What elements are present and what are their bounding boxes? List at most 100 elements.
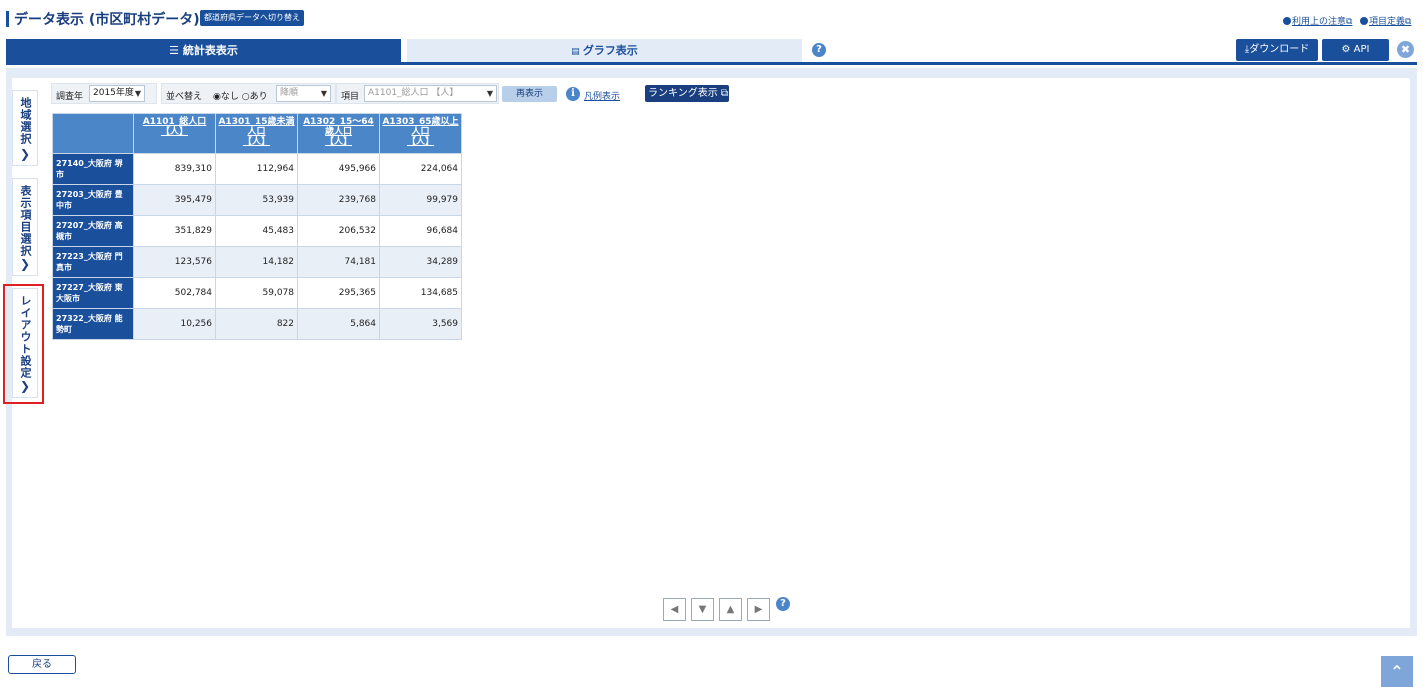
switch-prefecture-button[interactable]: 都道府県データへ切り替え	[200, 10, 304, 26]
table-row: 27140_大阪府 堺市 839,310 112,964 495,966 224…	[52, 153, 462, 185]
gear-icon: ⚙	[1341, 44, 1354, 55]
table-cell: 822	[215, 308, 298, 340]
table-cell: 134,685	[379, 277, 462, 309]
triangle-left-icon: ◀	[670, 604, 679, 615]
info-icon: i	[566, 87, 580, 101]
tab-table-label: 統計表表示	[182, 44, 238, 57]
table-cell: 45,483	[215, 215, 298, 247]
table-cell: 839,310	[133, 153, 216, 185]
row-header: 27322_大阪府 能勢町	[52, 308, 134, 340]
sort-label: 並べ替え	[166, 92, 203, 102]
table-cell: 99,979	[379, 184, 462, 216]
triangle-down-icon: ▼	[698, 604, 707, 615]
header-line: A1302_15～64	[303, 117, 374, 127]
item-select[interactable]: A1101_総人口 【人】 ▼	[364, 85, 497, 102]
stats-table: A1101_総人口 【人】 A1301_15歳未満 人口 【人】 A1302_1…	[52, 113, 462, 340]
redisplay-button[interactable]: 再表示	[502, 86, 557, 102]
page-up-button[interactable]: ▲	[719, 598, 742, 621]
table-row: 27203_大阪府 豊中市 395,479 53,939 239,768 99,…	[52, 184, 462, 216]
item-value: A1101_総人口 【人】	[368, 88, 459, 98]
chevron-right-icon: ❯	[19, 257, 31, 271]
api-label: API	[1353, 44, 1370, 55]
table-cell: 295,365	[297, 277, 380, 309]
col-header-total-pop[interactable]: A1101_総人口 【人】	[133, 113, 216, 154]
page-down-button[interactable]: ▼	[691, 598, 714, 621]
header-line: 【人】	[406, 137, 434, 147]
table-cell: 74,181	[297, 246, 380, 278]
header-line: 【人】	[324, 137, 352, 147]
title-accent-bar	[6, 11, 9, 27]
triangle-up-icon: ▲	[726, 604, 735, 615]
order-value: 降順	[280, 88, 299, 98]
year-label: 調査年	[56, 92, 84, 102]
row-header: 27207_大阪府 高槻市	[52, 215, 134, 247]
usage-notes-label: 利用上の注意	[1292, 17, 1347, 27]
chevron-down-icon: ▼	[486, 89, 493, 98]
header-line: A1303_65歳以上	[382, 117, 459, 127]
chevron-up-icon: ⌃	[1390, 662, 1404, 681]
tab-graph-label: グラフ表示	[582, 44, 638, 57]
usage-notes-link[interactable]: 利用上の注意⧉	[1283, 14, 1352, 27]
list-icon: ☰	[169, 44, 183, 57]
row-header: 27140_大阪府 堺市	[52, 153, 134, 185]
pager-help-icon[interactable]: ?	[776, 597, 790, 611]
side-tab-region-label: 地域選択	[19, 97, 32, 145]
tab-divider	[6, 62, 1417, 65]
table-cell: 14,182	[215, 246, 298, 278]
table-cell: 239,768	[297, 184, 380, 216]
table-row: 27227_大阪府 東大阪市 502,784 59,078 295,365 13…	[52, 277, 462, 309]
tab-table-view[interactable]: ☰ 統計表表示	[6, 39, 401, 62]
row-header: 27227_大阪府 東大阪市	[52, 277, 134, 309]
scroll-top-button[interactable]: ⌃	[1381, 656, 1413, 687]
help-icon[interactable]: ?	[812, 43, 826, 57]
table-cell: 123,576	[133, 246, 216, 278]
table-cell: 224,064	[379, 153, 462, 185]
sort-radio-group[interactable]: ◉なし ○あり	[213, 89, 268, 102]
tab-graph-view[interactable]: ▤ グラフ表示	[407, 39, 802, 62]
highlight-box	[3, 284, 44, 404]
external-window-icon: ⧉	[720, 88, 729, 99]
chevron-down-icon: ▼	[320, 89, 327, 98]
table-cell: 502,784	[133, 277, 216, 309]
header-line: 人口	[247, 127, 266, 137]
side-tab-items-label: 表示項目選択	[19, 185, 32, 257]
header-line: 【人】	[160, 127, 188, 137]
table-cell: 112,964	[215, 153, 298, 185]
ranking-button[interactable]: ランキング表示 ⧉	[645, 85, 729, 102]
col-header-15to64[interactable]: A1302_15～64 歳人口 【人】	[297, 113, 380, 154]
table-cell: 206,532	[297, 215, 380, 247]
page-title: データ表示 (市区町村データ)	[14, 12, 200, 28]
table-row: 27223_大阪府 門真市 123,576 14,182 74,181 34,2…	[52, 246, 462, 278]
table-row: 27207_大阪府 高槻市 351,829 45,483 206,532 96,…	[52, 215, 462, 247]
table-cell: 59,078	[215, 277, 298, 309]
order-select[interactable]: 降順 ▼	[276, 85, 331, 102]
year-select[interactable]: 2015年度 ▼	[89, 85, 145, 102]
year-value: 2015年度	[93, 88, 134, 98]
table-corner	[52, 113, 134, 154]
chevron-down-icon: ▼	[134, 89, 141, 98]
table-cell: 10,256	[133, 308, 216, 340]
item-definition-link[interactable]: 項目定義⧉	[1360, 14, 1411, 27]
header-line: A1301_15歳未満	[218, 117, 295, 127]
table-cell: 395,479	[133, 184, 216, 216]
table-cell: 34,289	[379, 246, 462, 278]
side-tab-items[interactable]: 表示項目選択 ❯	[12, 178, 38, 276]
download-button[interactable]: ⤓ダウンロード	[1236, 39, 1318, 61]
col-header-65plus[interactable]: A1303_65歳以上 人口 【人】	[379, 113, 462, 154]
header-line: 【人】	[242, 137, 270, 147]
header-line: A1101_総人口	[142, 117, 207, 127]
arrow-circle-icon	[1283, 17, 1291, 25]
side-tab-region[interactable]: 地域選択 ❯	[12, 90, 38, 166]
collapse-icon[interactable]: ✖	[1397, 41, 1414, 58]
table-cell: 53,939	[215, 184, 298, 216]
legend-link[interactable]: 凡例表示	[584, 89, 620, 102]
page-right-button[interactable]: ▶	[747, 598, 770, 621]
ranking-label: ランキング表示	[648, 88, 718, 99]
col-header-under15[interactable]: A1301_15歳未満 人口 【人】	[215, 113, 298, 154]
item-definition-label: 項目定義	[1369, 17, 1406, 27]
header-line: 歳人口	[324, 127, 352, 137]
back-button[interactable]: 戻る	[8, 655, 76, 674]
api-button[interactable]: ⚙ API	[1322, 39, 1389, 61]
chevron-right-icon: ❯	[19, 147, 31, 161]
page-left-button[interactable]: ◀	[663, 598, 686, 621]
